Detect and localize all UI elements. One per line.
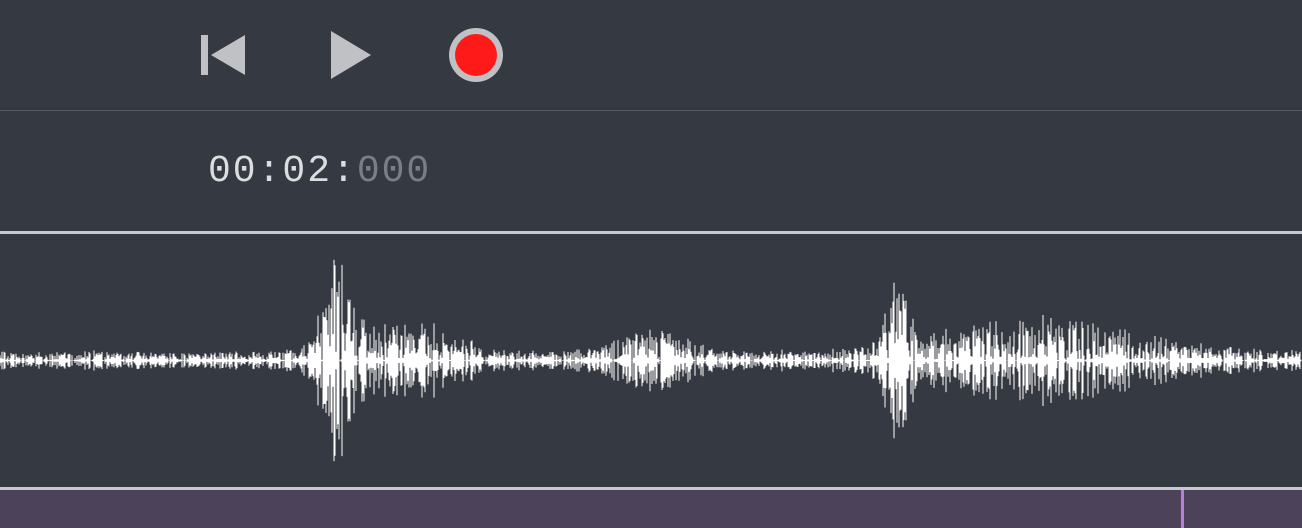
play-icon [321,27,377,83]
waveform [0,234,1302,487]
skip-back-icon [195,27,251,83]
time-main: 00:02: [208,150,357,193]
time-ms: 000 [357,150,431,193]
playhead[interactable] [1181,490,1184,528]
record-icon [447,26,505,84]
transport-toolbar [0,0,1302,111]
record-button[interactable] [447,26,505,84]
play-button[interactable] [321,27,377,83]
time-display-row: 00:02:000 [0,111,1302,234]
skip-back-button[interactable] [195,27,251,83]
waveform-area[interactable] [0,234,1302,490]
time-display: 00:02:000 [208,150,431,193]
timeline-overview[interactable] [0,490,1302,528]
